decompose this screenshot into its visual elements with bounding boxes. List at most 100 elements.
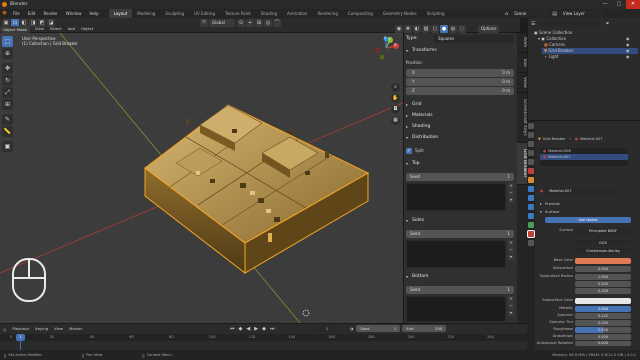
menu-icon[interactable]: ▾ [508, 310, 514, 316]
play-icon[interactable]: ▶ [254, 326, 258, 332]
filter-icon[interactable]: ⏷ [605, 21, 609, 27]
gizmo-toggle-icon[interactable]: ✥ [404, 25, 412, 33]
add-cube-tool-icon[interactable]: ▣ [2, 141, 13, 152]
outliner-editor-icon[interactable]: ☰ [531, 21, 535, 27]
eye-icon[interactable]: ◉ [626, 54, 630, 60]
grid-header[interactable]: ▸ Grid [406, 100, 514, 109]
add-icon[interactable]: + [508, 183, 514, 189]
tab-texture-paint[interactable]: Texture Paint [220, 9, 256, 18]
object-props-icon[interactable] [528, 177, 534, 183]
tab-scripting[interactable]: Scripting [422, 9, 450, 18]
timeline-menu-keying[interactable]: Keying [32, 325, 51, 333]
menu-render[interactable]: Render [39, 9, 61, 18]
scene-dropdown[interactable]: Scene [510, 10, 551, 17]
tab-geometry-nodes[interactable]: Geometry Nodes [378, 9, 422, 18]
menu-edit[interactable]: Edit [24, 9, 40, 18]
tab-tool[interactable]: Tool [517, 53, 527, 73]
maximize-button[interactable]: □ [612, 0, 626, 9]
specular-slider[interactable]: 0.132 [575, 313, 631, 319]
sides-text-list[interactable] [406, 240, 506, 268]
tool-props-icon[interactable] [528, 123, 534, 129]
xray-toggle-icon[interactable]: ▧ [422, 25, 430, 33]
remove-icon[interactable]: − [508, 190, 514, 196]
material-slot-list[interactable]: ● Material.008 ● Material.007 [540, 148, 628, 166]
split-checkbox[interactable]: ✓ [406, 147, 412, 154]
options-dropdown[interactable]: Options [478, 25, 500, 33]
outliner-search[interactable] [539, 20, 600, 27]
shading-header[interactable]: ▸ Shading [406, 122, 514, 131]
proportional-edit-icon[interactable]: ◎ [264, 19, 272, 27]
material-slot-row-selected[interactable]: ● Material.007 [540, 154, 628, 160]
subsurface-radius-x[interactable]: 1.000 [575, 274, 631, 280]
material-name-field[interactable]: Material.007 [545, 188, 620, 194]
annotate-tool-icon[interactable]: ✎ [2, 114, 13, 125]
snap-icon[interactable]: ⌖ [246, 19, 254, 27]
type-dropdown[interactable]: Squares [434, 34, 514, 43]
split-checkbox-row[interactable]: ✓ Split [406, 146, 514, 155]
subsurface-color-swatch[interactable] [575, 298, 631, 304]
preview-header[interactable]: ▸ Preview [540, 200, 560, 206]
tab-animation[interactable]: Animation [282, 9, 312, 18]
metallic-slider[interactable]: 1.000 [575, 306, 631, 312]
view-layer-props-icon[interactable] [528, 150, 534, 156]
viewport-menu-view[interactable]: View [32, 25, 47, 33]
jump-end-icon[interactable]: ⏭ [270, 326, 275, 332]
world-props-icon[interactable] [528, 168, 534, 174]
timeline-menu-view[interactable]: View [51, 325, 66, 333]
shading-wire-icon[interactable]: ○ [431, 25, 439, 33]
subsurface-method-dropdown[interactable]: Christensen-Burley [575, 248, 631, 254]
bottom-seed-field[interactable]: Seed 1 [406, 285, 514, 294]
menu-window[interactable]: Window [62, 9, 86, 18]
sides-seed-field[interactable]: Seed 1 [406, 229, 514, 238]
visibility-icon[interactable]: ◉ [395, 25, 403, 33]
cursor-tool-icon[interactable]: ⊕ [2, 48, 13, 59]
3d-viewport[interactable]: User Perspective (1) Collection | Grid B… [0, 33, 403, 323]
tab-sculpting[interactable]: Sculpting [160, 9, 189, 18]
navigation-gizmo[interactable]: X Y Z [372, 36, 400, 60]
tab-grid-breaker[interactable]: Grid Breaker [517, 143, 527, 185]
end-frame-field[interactable]: End 250 [402, 325, 447, 332]
rotate-tool-icon[interactable]: ↻ [2, 75, 13, 86]
bottom-text-list[interactable] [406, 296, 506, 322]
preview-range-icon[interactable]: ◑ [350, 326, 353, 331]
shading-rendered-icon[interactable]: ◌ [458, 25, 466, 33]
subsurface-slider[interactable]: 0.000 [575, 266, 631, 272]
playhead[interactable]: 1 [16, 334, 25, 341]
tab-view[interactable]: View [517, 73, 527, 93]
distribution-dropdown[interactable]: GGX [575, 240, 631, 246]
outliner-item-light[interactable]: ✦ Light [544, 54, 559, 60]
zoom-icon[interactable]: ⌕ [391, 83, 400, 92]
add-icon[interactable]: + [508, 296, 514, 302]
shading-material-icon[interactable]: ◍ [449, 25, 457, 33]
pivot-icon[interactable]: ⊙ [237, 19, 245, 27]
transforms-header[interactable]: ▾ Transforms [406, 46, 514, 55]
perspective-toggle-icon[interactable]: ▦ [391, 116, 400, 125]
tab-compositing[interactable]: Compositing [343, 9, 378, 18]
tab-screencast-keys[interactable]: Screencast Keys [517, 93, 527, 143]
surface-header[interactable]: ▾ Surface [540, 208, 559, 214]
shading-solid-icon[interactable]: ● [440, 25, 448, 33]
falloff-icon[interactable]: ⌒ [273, 19, 281, 27]
tab-shading[interactable]: Shading [256, 9, 282, 18]
menu-icon[interactable]: ▾ [508, 197, 514, 203]
position-y-field[interactable]: Y 0 m [406, 77, 514, 86]
current-frame-field[interactable]: 1 [318, 325, 336, 332]
bottom-header[interactable]: ▾ Bottom [406, 272, 514, 281]
timeline-editor-icon[interactable]: ◷ [3, 327, 6, 332]
tab-rendering[interactable]: Rendering [312, 9, 342, 18]
snap-target-icon[interactable]: ⊞ [255, 19, 263, 27]
texture-props-icon[interactable] [528, 240, 534, 246]
render-props-icon[interactable] [528, 132, 534, 138]
view-layer-dropdown[interactable]: View Layer [558, 10, 603, 17]
physics-props-icon[interactable] [528, 204, 534, 210]
blender-menu-icon[interactable]: ◉ [0, 9, 9, 18]
next-key-icon[interactable]: ◆ [262, 326, 266, 332]
viewport-menu-object[interactable]: Object [78, 25, 96, 33]
timeline-menu-marker[interactable]: Marker [66, 325, 85, 333]
select-tool-icon[interactable]: ⬚ [2, 36, 13, 47]
close-button[interactable]: ✕ [626, 0, 640, 9]
output-props-icon[interactable] [528, 141, 534, 147]
play-reverse-icon[interactable]: ◀ [246, 326, 250, 332]
particles-props-icon[interactable] [528, 195, 534, 201]
menu-icon[interactable]: ▾ [508, 254, 514, 260]
